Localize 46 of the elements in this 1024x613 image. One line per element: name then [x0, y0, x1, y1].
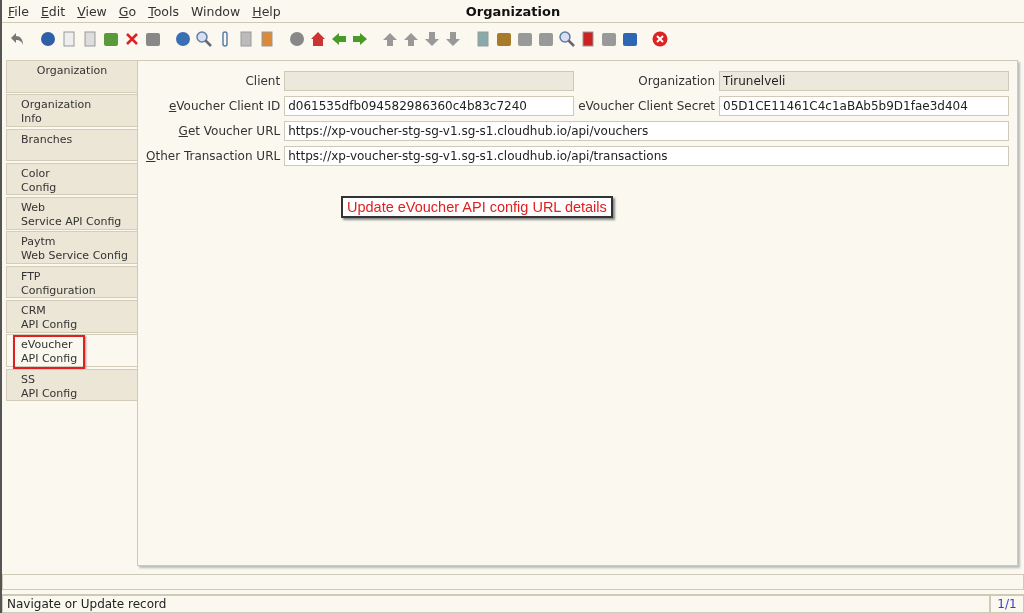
- input-field[interactable]: [284, 71, 575, 91]
- side-tab[interactable]: FTP Configuration: [6, 265, 137, 299]
- window-title: Organization: [465, 3, 561, 19]
- side-tab[interactable]: Web Service API Config: [6, 197, 137, 230]
- input-field[interactable]: d061535dfb094582986360c4b83c7240: [284, 96, 575, 116]
- search-icon[interactable]: [196, 31, 212, 47]
- close-icon[interactable]: [652, 31, 668, 47]
- menu-item[interactable]: Edit: [40, 3, 66, 19]
- side-tab[interactable]: Paytm Web Service Config: [6, 231, 137, 264]
- annotation-callout: Update eVoucher API config URL details: [341, 196, 613, 218]
- home-icon[interactable]: [310, 31, 326, 47]
- field-label: eVoucher Client Secret: [578, 99, 716, 113]
- input-field[interactable]: 05D1CE11461C4c1aBAb5b9D1fae3d404: [719, 96, 1009, 116]
- input-field[interactable]: Tirunelveli: [719, 71, 1009, 91]
- side-tab[interactable]: SS API Config: [6, 368, 137, 402]
- cube-icon[interactable]: [622, 31, 638, 47]
- menu-item[interactable]: Tools: [148, 3, 179, 19]
- circle-icon[interactable]: [289, 31, 305, 47]
- side-tab[interactable]: Color Config: [6, 162, 137, 196]
- side-tab[interactable]: CRM API Config: [6, 300, 137, 333]
- left-arrow-icon[interactable]: [331, 31, 347, 47]
- field-label: Get Voucher URL: [177, 124, 281, 138]
- up-arrow-icon[interactable]: [403, 31, 419, 47]
- copy-document-icon[interactable]: [82, 31, 98, 47]
- undo-arrow-icon[interactable]: [10, 31, 26, 47]
- right-arrow-icon[interactable]: [352, 31, 368, 47]
- down-arrow-icon[interactable]: [424, 31, 440, 47]
- menu-item[interactable]: View: [77, 3, 107, 19]
- zoom-across-icon[interactable]: [559, 31, 575, 47]
- delete-cross-icon[interactable]: [124, 31, 140, 47]
- menu-item[interactable]: Window: [190, 3, 241, 19]
- field-label: Client: [244, 74, 281, 88]
- side-tab[interactable]: eVoucher API Config: [6, 334, 137, 367]
- field-label: Organization: [637, 74, 716, 88]
- side-tab[interactable]: Organization: [6, 60, 137, 93]
- side-tab[interactable]: Branches: [6, 128, 137, 162]
- menu-item[interactable]: File: [8, 3, 29, 19]
- menu-item[interactable]: Help: [252, 3, 281, 19]
- menu-item[interactable]: Go: [118, 3, 137, 19]
- input-field[interactable]: https://xp-voucher-stg-sg-v1.sg-s1.cloudhub.io/api/vouchers: [284, 121, 1009, 141]
- status-message: Navigate or Update record: [2, 595, 990, 613]
- field-label: Other Transaction URL: [146, 149, 281, 163]
- record-counter: 1/1: [990, 595, 1024, 613]
- side-tab[interactable]: Organization Info: [6, 94, 137, 127]
- field-label: eVoucher Client ID: [167, 99, 281, 113]
- input-field[interactable]: https://xp-voucher-stg-sg-v1.sg-s1.cloudhub.io/api/transactions: [284, 146, 1009, 166]
